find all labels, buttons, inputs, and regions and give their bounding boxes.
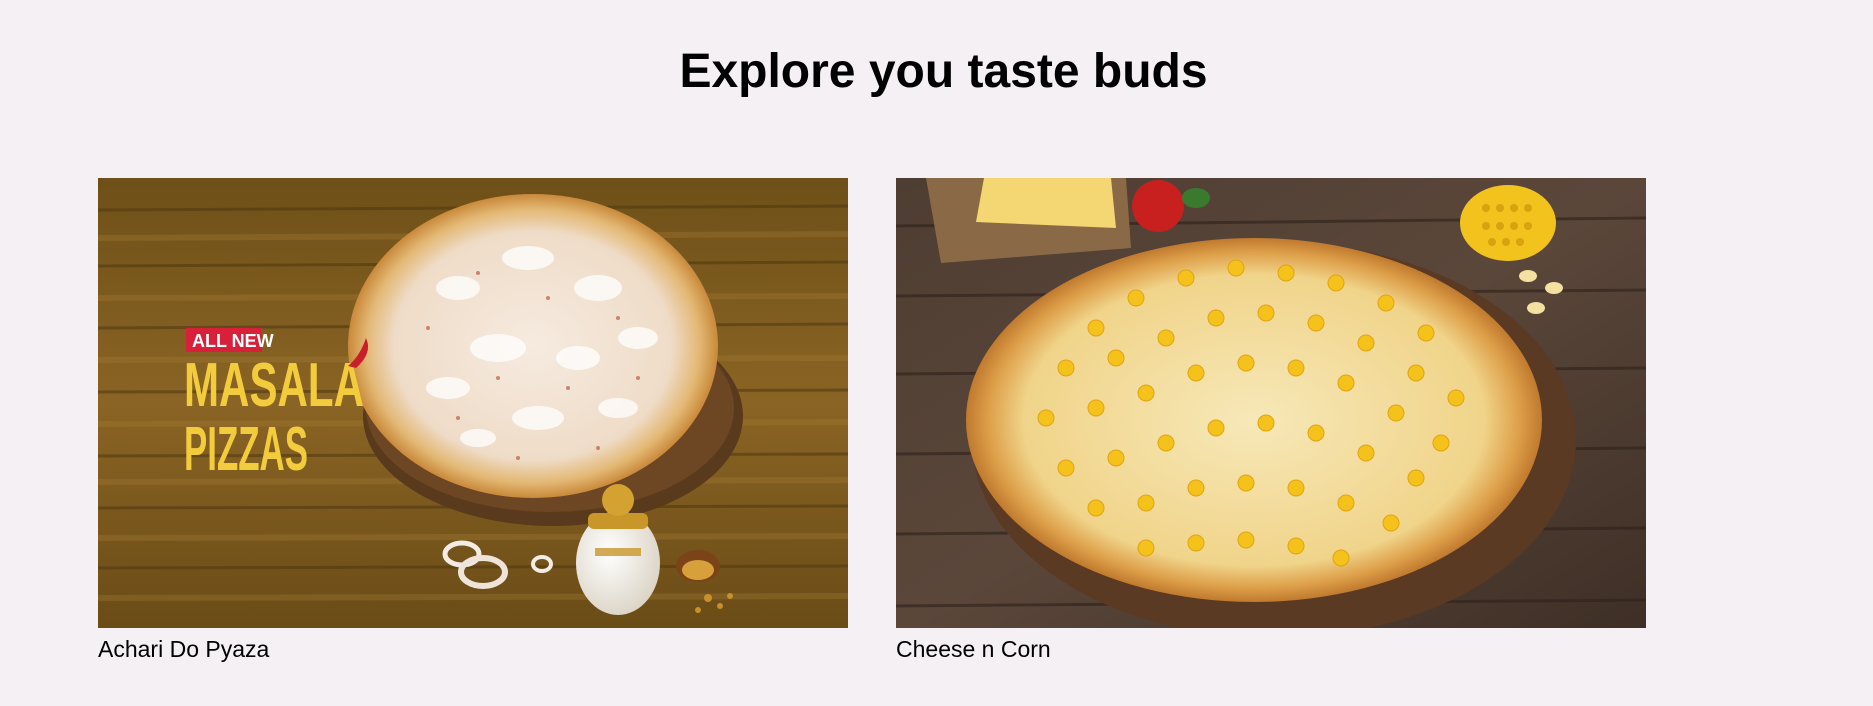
- badge-text: ALL NEW: [192, 331, 274, 351]
- headline-line1: MASALA: [184, 351, 364, 420]
- page-title: Explore you taste buds: [679, 45, 1208, 98]
- product-card-achari-do-pyaza[interactable]: ALL NEW MASALA PIZZAS Achari Do Pyaza: [98, 178, 848, 663]
- cheese-n-corn-image[interactable]: [896, 178, 1646, 628]
- product-card-cheese-n-corn[interactable]: Cheese n Corn: [896, 178, 1646, 663]
- headline-line2: PIZZAS: [184, 415, 308, 484]
- product-name: Achari Do Pyaza: [98, 636, 270, 662]
- achari-do-pyaza-image[interactable]: ALL NEW MASALA PIZZAS: [98, 178, 848, 628]
- product-name: Cheese n Corn: [896, 636, 1051, 662]
